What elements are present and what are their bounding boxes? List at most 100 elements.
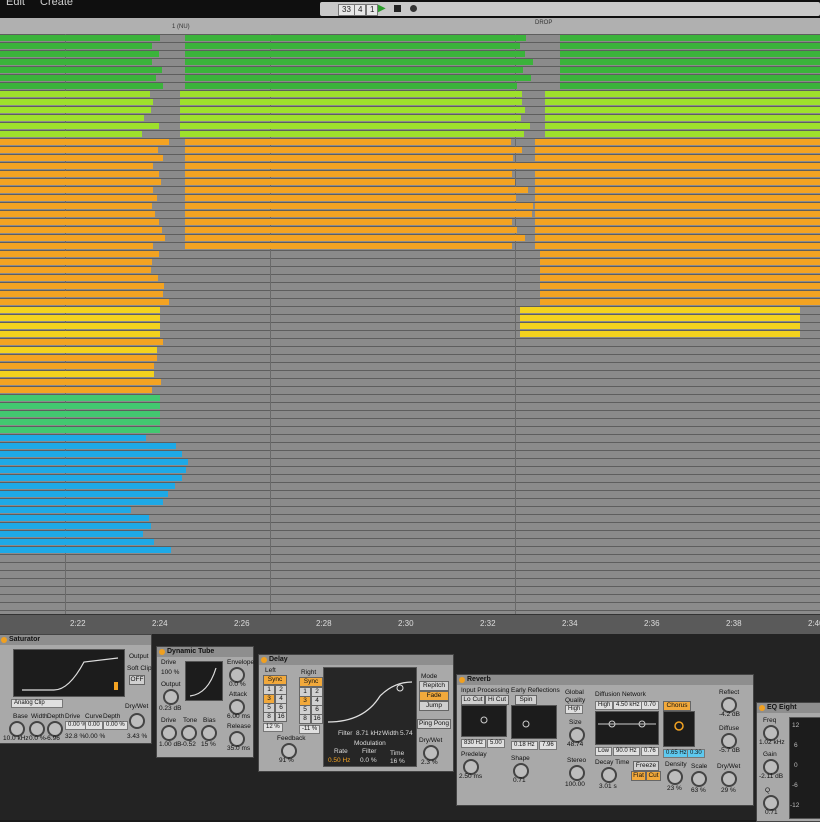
eq-eight-device[interactable]: EQ Eight Freq 1.02 kHz Gain -2.11 dB Q 0… bbox=[756, 702, 820, 822]
low-freq-value[interactable]: 90.0 Hz bbox=[613, 747, 640, 756]
chorus-amount-value[interactable]: 0.30 bbox=[687, 749, 705, 758]
clip[interactable] bbox=[185, 203, 533, 209]
clip[interactable] bbox=[560, 75, 820, 81]
clip[interactable] bbox=[185, 235, 525, 241]
clip[interactable] bbox=[545, 99, 820, 105]
curve-value[interactable]: 0.00 bbox=[85, 721, 103, 730]
clip[interactable] bbox=[0, 315, 160, 321]
device-power-icon[interactable] bbox=[459, 677, 465, 683]
clip[interactable] bbox=[535, 203, 820, 209]
clip[interactable] bbox=[0, 171, 159, 177]
clip[interactable] bbox=[0, 123, 159, 129]
clip[interactable] bbox=[545, 107, 820, 113]
clip[interactable] bbox=[0, 163, 154, 169]
clip[interactable] bbox=[180, 91, 523, 97]
marker-1[interactable]: 1 (NU) bbox=[172, 24, 190, 30]
clip[interactable] bbox=[0, 419, 160, 425]
clip[interactable] bbox=[0, 187, 154, 193]
clip[interactable] bbox=[185, 163, 535, 169]
soft-clip-toggle[interactable]: OFF bbox=[129, 675, 145, 685]
division-button-16[interactable]: 16 bbox=[311, 714, 323, 724]
clip[interactable] bbox=[0, 451, 182, 457]
play-icon[interactable]: ▶ bbox=[378, 3, 386, 14]
clip[interactable] bbox=[185, 243, 512, 249]
clip[interactable] bbox=[0, 35, 160, 41]
decay-knob[interactable] bbox=[601, 767, 617, 783]
clip[interactable] bbox=[0, 515, 150, 521]
clip[interactable] bbox=[185, 195, 516, 201]
chorus-display[interactable] bbox=[663, 711, 695, 747]
clip[interactable] bbox=[520, 315, 800, 321]
flat-button[interactable]: Flat bbox=[631, 771, 646, 781]
input-freq-value[interactable]: 830 Hz bbox=[461, 739, 487, 748]
clip[interactable] bbox=[180, 123, 530, 129]
clip[interactable] bbox=[560, 83, 820, 89]
device-power-icon[interactable] bbox=[261, 657, 267, 663]
clip[interactable] bbox=[535, 187, 820, 193]
clip[interactable] bbox=[0, 131, 143, 137]
clip[interactable] bbox=[540, 251, 820, 257]
diffusion-display[interactable] bbox=[595, 711, 659, 745]
reverb-device[interactable]: Reverb Input Processing Lo Cut Hi Cut 83… bbox=[456, 674, 754, 806]
clip[interactable] bbox=[0, 139, 170, 145]
clip[interactable] bbox=[545, 115, 820, 121]
chorus-rate-value[interactable]: 0.65 Hz bbox=[663, 749, 690, 758]
scale-knob[interactable] bbox=[691, 771, 707, 787]
dry-wet-knob[interactable] bbox=[129, 713, 145, 729]
clip[interactable] bbox=[0, 371, 154, 377]
clip[interactable] bbox=[0, 291, 163, 297]
clip[interactable] bbox=[180, 99, 522, 105]
marker-drop[interactable]: DROP bbox=[535, 20, 552, 26]
chorus-button[interactable]: Chorus bbox=[663, 701, 691, 711]
clip[interactable] bbox=[0, 483, 175, 489]
clip[interactable] bbox=[185, 155, 514, 161]
clip[interactable] bbox=[0, 179, 161, 185]
clip[interactable] bbox=[535, 147, 820, 153]
clip[interactable] bbox=[0, 211, 155, 217]
clip[interactable] bbox=[0, 379, 162, 385]
eq-display[interactable]: 12 6 0 -6 -12 bbox=[789, 717, 820, 819]
clip[interactable] bbox=[185, 67, 524, 73]
clip[interactable] bbox=[0, 43, 153, 49]
clip[interactable] bbox=[520, 323, 800, 329]
time-ruler[interactable]: 2:22 2:24 2:26 2:28 2:30 2:32 2:34 2:36 2:38 2:40 bbox=[0, 614, 820, 635]
mod-filter-value[interactable]: 0.0 % bbox=[360, 757, 377, 764]
low-amount-value[interactable]: 0.76 bbox=[641, 747, 659, 756]
clip[interactable] bbox=[0, 547, 172, 553]
clip[interactable] bbox=[0, 195, 158, 201]
clip[interactable] bbox=[0, 91, 150, 97]
stop-icon[interactable] bbox=[394, 5, 401, 12]
division-button-8[interactable]: 8 bbox=[263, 712, 275, 722]
quality-select[interactable]: High bbox=[565, 705, 584, 714]
clip[interactable] bbox=[0, 387, 152, 393]
clip[interactable] bbox=[0, 275, 159, 281]
clip[interactable] bbox=[0, 499, 164, 505]
clip[interactable] bbox=[180, 131, 525, 137]
clip[interactable] bbox=[545, 123, 820, 129]
left-sync-button[interactable]: Sync bbox=[263, 675, 287, 685]
clip[interactable] bbox=[0, 411, 160, 417]
division-button-8[interactable]: 8 bbox=[299, 714, 311, 724]
dynamic-tube-device[interactable]: Dynamic Tube Drive 100 % Output 0.23 dB … bbox=[156, 646, 254, 758]
early-reflections-display[interactable] bbox=[511, 705, 557, 739]
clip[interactable] bbox=[520, 307, 800, 313]
clip[interactable] bbox=[0, 331, 160, 337]
arrangement-ruler[interactable]: 1 (NU) DROP bbox=[0, 18, 820, 34]
clip[interactable] bbox=[0, 355, 157, 361]
tone-knob[interactable] bbox=[181, 725, 197, 741]
clip[interactable] bbox=[185, 211, 532, 217]
repitch-button[interactable]: Repitch bbox=[419, 681, 449, 691]
saturator-device[interactable]: Saturator Output Soft Clip OFF Analog Cl… bbox=[0, 634, 152, 744]
clip[interactable] bbox=[0, 403, 160, 409]
clip[interactable] bbox=[180, 115, 521, 121]
device-power-icon[interactable] bbox=[759, 705, 765, 711]
right-sync-button[interactable]: Sync bbox=[299, 677, 323, 687]
clip[interactable] bbox=[535, 195, 820, 201]
clip[interactable] bbox=[185, 83, 517, 89]
clip[interactable] bbox=[185, 43, 520, 49]
clip[interactable] bbox=[180, 107, 525, 113]
clip[interactable] bbox=[560, 67, 820, 73]
clip[interactable] bbox=[0, 523, 152, 529]
clip[interactable] bbox=[535, 155, 820, 161]
hi-cut-button[interactable]: Hi Cut bbox=[485, 695, 509, 705]
